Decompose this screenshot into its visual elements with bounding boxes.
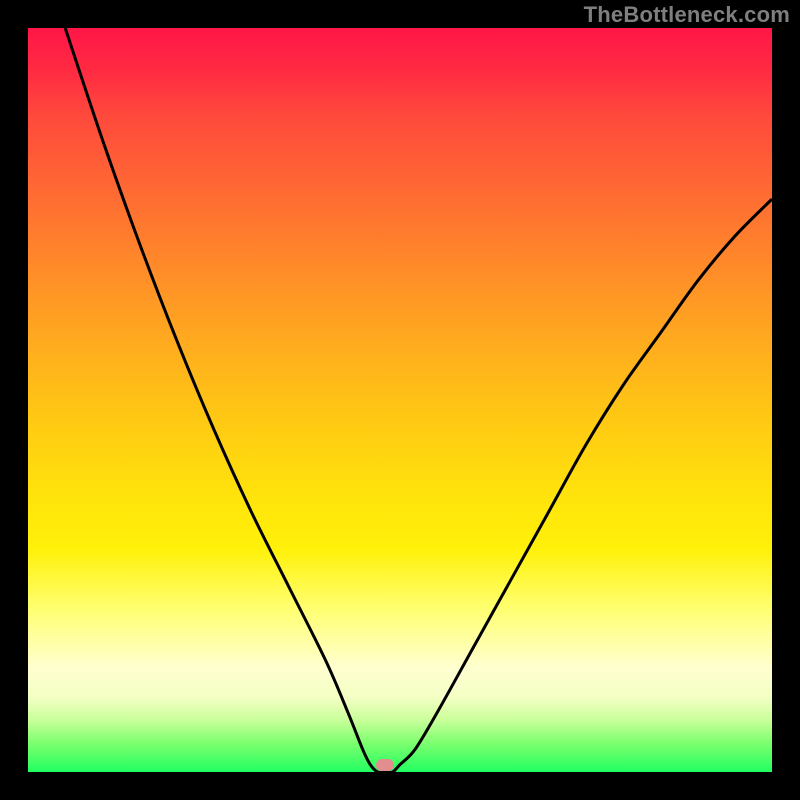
watermark-text: TheBottleneck.com — [584, 2, 790, 28]
bottleneck-curve — [28, 28, 772, 772]
plot-area — [28, 28, 772, 772]
optimum-marker — [376, 759, 394, 771]
chart-frame: TheBottleneck.com — [0, 0, 800, 800]
